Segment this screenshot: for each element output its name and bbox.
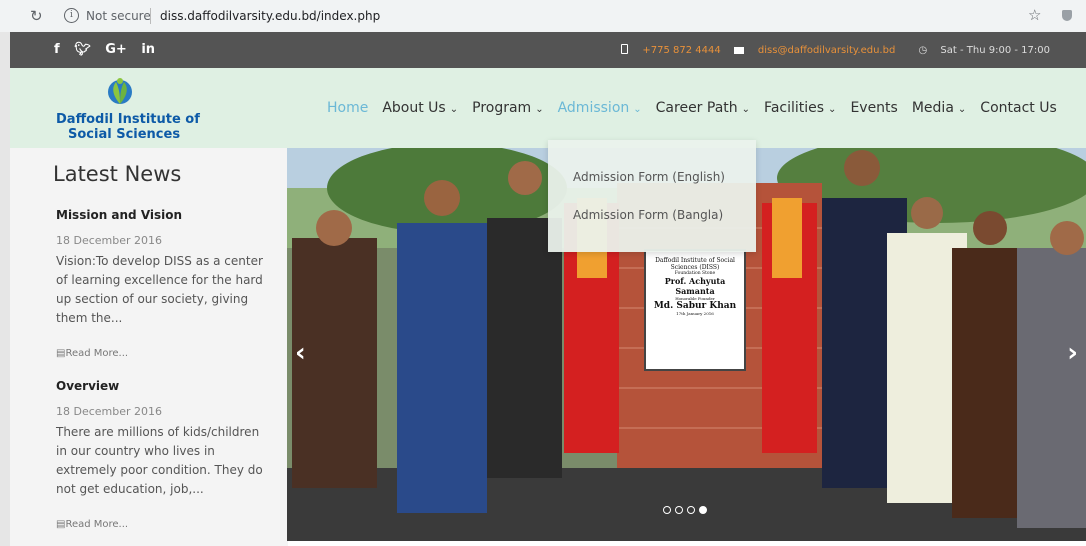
plaque-title: Daffodil Institute of Social Sciences (D…: [655, 257, 735, 271]
plaque-date: 17th January 2016: [676, 311, 714, 316]
plaque-name-1: Prof. Achyuta Samanta: [664, 276, 726, 296]
social-links: f 🐦︎ G+ in: [54, 42, 165, 57]
top-info-bar: f 🐦︎ G+ in +775 872 4444 diss@daffodilva…: [10, 32, 1086, 68]
news-date: 18 December 2016: [56, 234, 163, 247]
news-title[interactable]: Mission and Vision: [56, 208, 182, 222]
nav-program[interactable]: Program ⌄: [472, 100, 543, 116]
clock-icon: ◷: [918, 45, 928, 56]
contact-info: +775 872 4444 diss@daffodilvarsity.edu.b…: [611, 44, 1050, 56]
slider-dot[interactable]: [687, 506, 695, 514]
twitter-icon[interactable]: 🐦︎: [74, 42, 91, 57]
nav-career-path[interactable]: Career Path ⌄: [656, 100, 750, 116]
logo-text-line2[interactable]: Social Sciences: [68, 127, 180, 142]
foundation-plaque: Daffodil Institute of Social Sciences (D…: [644, 249, 746, 371]
chevron-down-icon: ⌄: [535, 104, 544, 115]
news-date: 18 December 2016: [56, 405, 163, 418]
address-bar[interactable]: diss.daffodilvarsity.edu.bd/index.php: [160, 9, 380, 23]
linkedin-icon[interactable]: in: [141, 42, 155, 57]
chevron-down-icon: ⌄: [828, 104, 837, 115]
slider-dot[interactable]: [663, 506, 671, 514]
slider-dot[interactable]: [675, 506, 683, 514]
latest-news-panel: Latest News Mission and Vision 18 Decemb…: [10, 148, 288, 546]
admission-form-bangla-link[interactable]: Admission Form (Bangla): [573, 208, 723, 222]
news-excerpt: Vision:To develop DISS as a center of le…: [56, 254, 263, 325]
main-navbar: Daffodil Institute of Social Sciences Ho…: [10, 68, 1086, 148]
plaque-name-2: Md. Sabur Khan: [653, 301, 737, 311]
googleplus-icon[interactable]: G+: [105, 42, 127, 57]
news-title[interactable]: Overview: [56, 379, 119, 393]
admission-dropdown: Admission Form (English) Admission Form …: [548, 140, 756, 252]
news-excerpt: There are millions of kids/children in o…: [56, 425, 263, 496]
nav-menu: Home About Us ⌄ Program ⌄ Admission ⌄ Caree…: [327, 100, 1071, 116]
phone-icon: [621, 44, 629, 54]
nav-admission[interactable]: Admission ⌄: [558, 100, 642, 116]
chevron-down-icon: ⌄: [449, 104, 459, 115]
nav-events[interactable]: Events: [850, 100, 897, 116]
office-hours: Sat - Thu 9:00 - 17:00: [940, 45, 1050, 56]
chevron-left-icon[interactable]: ‹: [295, 338, 306, 368]
slider-dots: [663, 506, 707, 514]
divider: [150, 8, 151, 24]
logo-icon[interactable]: [105, 76, 135, 106]
info-icon[interactable]: i: [64, 8, 79, 23]
nav-contact[interactable]: Contact Us: [980, 100, 1056, 116]
browser-toolbar: ↻ i Not secure diss.daffodilvarsity.edu.…: [0, 0, 1086, 33]
news-heading: Latest News: [53, 162, 182, 186]
bookmark-star-icon[interactable]: ☆: [1028, 6, 1041, 24]
page-gutter: [0, 32, 10, 546]
security-label: Not secure: [86, 9, 151, 23]
admission-form-english-link[interactable]: Admission Form (English): [573, 170, 725, 184]
nav-home[interactable]: Home: [327, 100, 368, 116]
chevron-down-icon: ⌄: [633, 104, 642, 115]
chevron-down-icon: ⌄: [957, 104, 967, 115]
logo-text-line1[interactable]: Daffodil Institute of: [56, 112, 200, 127]
chevron-right-icon[interactable]: ›: [1067, 338, 1078, 368]
chevron-down-icon: ⌄: [741, 104, 751, 115]
read-more-link[interactable]: ▤Read More...: [56, 519, 128, 530]
read-more-link[interactable]: ▤Read More...: [56, 348, 128, 359]
reload-icon[interactable]: ↻: [30, 7, 43, 25]
nav-facilities[interactable]: Facilities ⌄: [764, 100, 836, 116]
extension-shield-icon[interactable]: [1062, 10, 1072, 21]
phone-number: +775 872 4444: [642, 45, 721, 56]
nav-media[interactable]: Media ⌄: [912, 100, 966, 116]
email-link[interactable]: diss@daffodilvarsity.edu.bd: [758, 45, 895, 56]
nav-about[interactable]: About Us ⌄: [382, 100, 458, 116]
mail-icon: [733, 47, 744, 54]
slider-dot[interactable]: [699, 506, 707, 514]
facebook-icon[interactable]: f: [54, 42, 60, 57]
